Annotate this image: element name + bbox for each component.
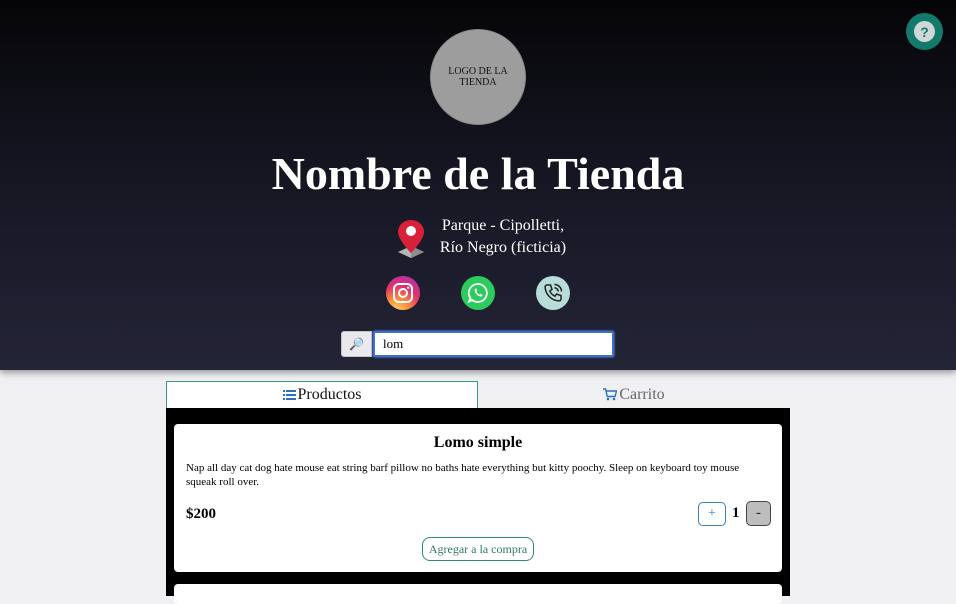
product-description: Nap all day cat dog hate mouse eat strin… (186, 462, 740, 488)
increase-quantity-button[interactable]: + (698, 502, 726, 526)
search-input[interactable] (373, 331, 614, 357)
address-line-1: Parque - Cipolletti, (441, 217, 565, 234)
product-price: $200 (186, 506, 216, 522)
search-icon: 🔎 (349, 336, 364, 351)
help-button[interactable]: ? (906, 13, 943, 50)
instagram-link[interactable] (386, 276, 420, 310)
phone-icon (544, 283, 563, 302)
store-header: ? LOGO DE LA TIENDA Nombre de la Tienda … (0, 0, 956, 370)
tab-carrito[interactable]: Carrito (478, 381, 790, 408)
list-icon (282, 390, 296, 400)
store-logo: LOGO DE LA TIENDA (430, 29, 526, 125)
product-card: Lomo simple Nap all day cat dog hate mou… (174, 424, 782, 572)
phone-link[interactable] (536, 276, 570, 310)
tab-productos-label: Productos (297, 386, 362, 403)
quantity-value: 1 (732, 505, 740, 521)
tab-carrito-label: Carrito (619, 385, 665, 403)
cart-icon (603, 388, 618, 401)
whatsapp-icon (467, 283, 488, 304)
tab-productos[interactable]: Productos (166, 381, 478, 408)
add-to-cart-button[interactable]: Agregar a la compra (422, 537, 534, 561)
store-name: Nombre de la Tienda (271, 148, 685, 199)
location-pin-icon (398, 220, 424, 258)
address-line-2: Río Negro (ficticia) (439, 239, 567, 256)
decrease-quantity-button[interactable]: - (746, 501, 771, 526)
whatsapp-link[interactable] (461, 276, 495, 310)
search-button[interactable]: 🔎 (341, 331, 372, 357)
product-card-next (174, 584, 782, 604)
question-icon: ? (914, 21, 935, 42)
product-name: Lomo simple (433, 434, 523, 451)
instagram-icon (393, 283, 413, 303)
